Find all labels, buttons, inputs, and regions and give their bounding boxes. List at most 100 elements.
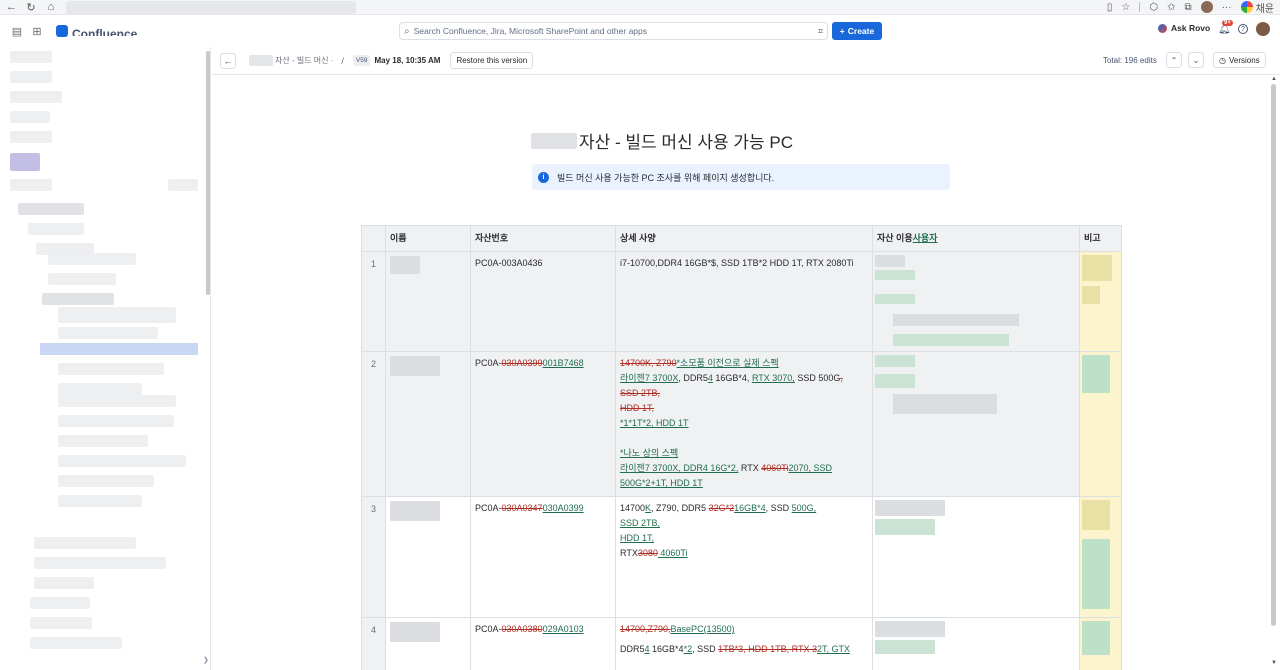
sidebar-item[interactable] bbox=[58, 415, 174, 427]
sidebar-item[interactable] bbox=[18, 203, 84, 215]
sidebar-item[interactable] bbox=[58, 307, 176, 323]
sidebar-item[interactable] bbox=[10, 111, 50, 123]
sidebar-item[interactable] bbox=[30, 617, 92, 629]
favorites-icon[interactable]: ✩ bbox=[1167, 2, 1175, 13]
top-navigation: ▤ ⊞ Confluence ⌕ Search Confluence, Jira… bbox=[0, 15, 1280, 47]
sidebar-item[interactable] bbox=[58, 455, 186, 467]
sidebar-toggle-icon[interactable]: ▤ bbox=[8, 22, 26, 40]
chevron-up-icon: ⌃ bbox=[1170, 55, 1178, 65]
user-cell bbox=[872, 251, 1080, 352]
sidebar-item[interactable] bbox=[30, 637, 122, 649]
name-blurred bbox=[390, 356, 440, 376]
restore-version-button[interactable]: Restore this version bbox=[450, 52, 534, 69]
browser-user-avatar[interactable] bbox=[1200, 1, 1213, 13]
user-cell bbox=[872, 351, 1080, 497]
name-blurred bbox=[390, 256, 420, 274]
sidebar-item[interactable] bbox=[28, 223, 84, 235]
space-avatar[interactable] bbox=[10, 153, 40, 171]
sidebar-item[interactable] bbox=[34, 537, 136, 549]
help-icon[interactable]: ? bbox=[1238, 24, 1248, 34]
sidebar-item[interactable] bbox=[58, 475, 154, 487]
plus-icon: + bbox=[839, 26, 845, 36]
bookmark-star-icon[interactable]: ☆ bbox=[1121, 2, 1130, 13]
browser-reload-icon[interactable]: ↻ bbox=[26, 1, 36, 14]
row-number: 1 bbox=[361, 251, 386, 352]
sidebar-item[interactable] bbox=[10, 71, 52, 83]
user-blurred bbox=[875, 294, 915, 304]
search-filter-icon[interactable]: ⌗ bbox=[818, 26, 823, 37]
sidebar-item[interactable] bbox=[30, 597, 90, 609]
table-header-row: 이름 자산번호 상세 사양 자산 이용사용자 비고 bbox=[361, 225, 1122, 252]
user-blurred bbox=[875, 374, 915, 388]
sidebar-item[interactable] bbox=[58, 435, 148, 447]
sidebar-item[interactable] bbox=[48, 273, 116, 285]
user-avatar[interactable] bbox=[1256, 22, 1270, 36]
sidebar-item[interactable] bbox=[58, 395, 176, 407]
sidebar-item-current-page[interactable] bbox=[40, 343, 198, 355]
title-blurred-part bbox=[531, 132, 577, 149]
scroll-up-icon[interactable]: ▲ bbox=[1271, 76, 1277, 82]
rovo-icon bbox=[1158, 23, 1167, 33]
history-icon: ◷ bbox=[1219, 55, 1226, 65]
name-cell bbox=[385, 351, 471, 497]
browser-home-icon[interactable]: ⌂ bbox=[46, 1, 56, 13]
sidebar-item[interactable] bbox=[34, 557, 166, 569]
collections-icon[interactable]: ⧉ bbox=[1184, 2, 1191, 13]
profile-icon bbox=[1240, 1, 1253, 13]
col-header-asset-no: 자산번호 bbox=[470, 225, 616, 252]
sidebar-item[interactable] bbox=[58, 495, 142, 507]
user-cell bbox=[872, 496, 1080, 618]
user-blurred bbox=[875, 621, 945, 637]
col-header-spec: 상세 사양 bbox=[615, 225, 873, 252]
sidebar-item-action[interactable] bbox=[168, 179, 198, 191]
note-blurred bbox=[1082, 621, 1110, 655]
sidebar-item[interactable] bbox=[10, 179, 52, 191]
page-title: 자산 - 빌드 머신 사용 가능 PC bbox=[579, 133, 794, 152]
note-blurred bbox=[1082, 500, 1110, 530]
sidebar-item[interactable] bbox=[58, 383, 142, 395]
app-switcher-icon[interactable]: ⊞ bbox=[28, 22, 46, 40]
breadcrumb[interactable]: 자산 - 빌드 머신 · bbox=[275, 55, 333, 66]
spec-cell: 14700K, Z790, DDR5 32G*216GB*4, SSD 500G… bbox=[615, 496, 873, 618]
search-input[interactable]: ⌕ Search Confluence, Jira, Microsoft Sha… bbox=[399, 22, 828, 40]
next-version-button[interactable]: ⌄ bbox=[1188, 52, 1204, 68]
scroll-down-icon[interactable]: ▼ bbox=[1271, 660, 1277, 666]
versions-button[interactable]: ◷ Versions bbox=[1213, 52, 1266, 68]
content-scrollbar[interactable] bbox=[1271, 84, 1276, 626]
address-bar[interactable] bbox=[66, 0, 356, 14]
create-button[interactable]: + Create bbox=[832, 22, 882, 40]
sidebar-item[interactable] bbox=[58, 363, 164, 375]
sidebar-item[interactable] bbox=[10, 51, 52, 63]
row-number: 4 bbox=[361, 617, 386, 670]
table-row: 1 PC0A-003A0436 i7-10700,DDR4 16GB*$, SS… bbox=[361, 251, 1122, 352]
ask-rovo-button[interactable]: Ask Rovo bbox=[1158, 23, 1210, 33]
table-row: 2 PC0A-030A0399001B7468 14700K, Z790*소모품… bbox=[361, 351, 1122, 497]
sidebar-item[interactable] bbox=[48, 253, 136, 265]
previous-version-button[interactable]: ⌃ bbox=[1166, 52, 1182, 68]
name-blurred bbox=[390, 501, 440, 521]
sidebar-item[interactable] bbox=[42, 293, 114, 305]
search-icon: ⌕ bbox=[404, 25, 410, 37]
sidebar-item[interactable] bbox=[34, 577, 94, 589]
browser-back-icon[interactable]: ← bbox=[6, 1, 17, 13]
spec-cell: 14700,Z790,BasePC(13500) DDR54 16GB*4*2,… bbox=[615, 617, 873, 670]
reader-icon[interactable]: ▯ bbox=[1107, 2, 1113, 13]
user-blurred bbox=[893, 314, 1019, 326]
note-cell bbox=[1079, 496, 1122, 618]
sidebar-scrollbar[interactable] bbox=[206, 51, 210, 295]
sidebar-item[interactable] bbox=[10, 131, 52, 143]
confluence-logo-icon[interactable] bbox=[56, 25, 68, 37]
user-blurred bbox=[875, 500, 945, 516]
note-blurred bbox=[1082, 539, 1110, 609]
extensions-icon[interactable]: ⬡ bbox=[1149, 2, 1158, 13]
back-button[interactable]: ← bbox=[220, 52, 236, 69]
sidebar-item[interactable] bbox=[10, 91, 62, 103]
page-content: 자산 - 빌드 머신 사용 가능 PC i 빌드 머신 사용 가능한 PC 조사… bbox=[212, 76, 1280, 670]
more-menu-icon[interactable]: ··· bbox=[1222, 2, 1232, 13]
sidebar-resize-icon[interactable]: ❯ bbox=[203, 656, 209, 664]
asset-no-cell: PC0A-030A0380029A0103 bbox=[470, 617, 616, 670]
app-name[interactable]: Confluence bbox=[72, 26, 137, 36]
sidebar-item[interactable] bbox=[58, 327, 158, 339]
browser-profile[interactable]: 채윤 bbox=[1240, 0, 1274, 15]
version-toolbar: ← 자산 - 빌드 머신 · / V59 May 18, 10:35 AM Re… bbox=[212, 47, 1280, 75]
